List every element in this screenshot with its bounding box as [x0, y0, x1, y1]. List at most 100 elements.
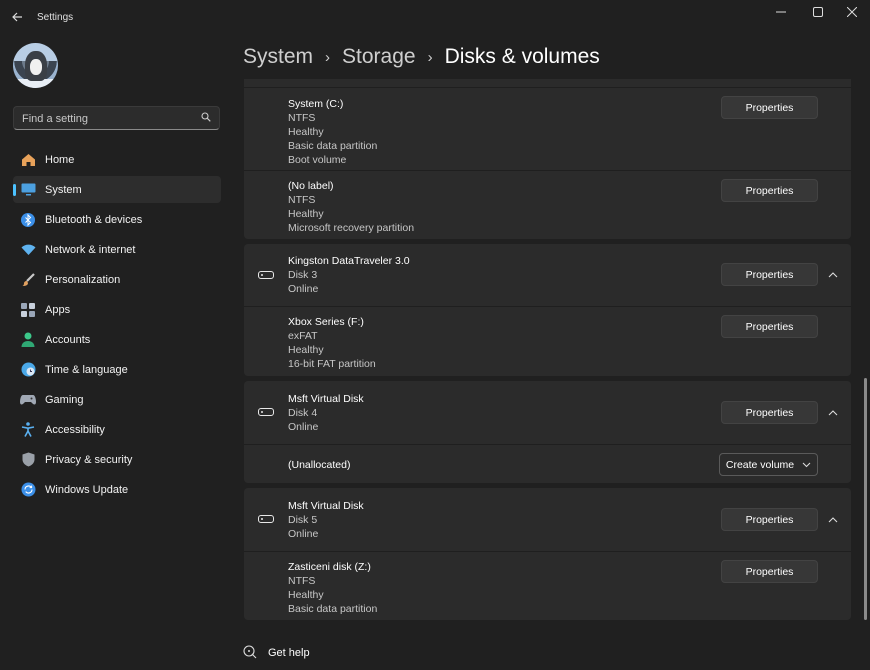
- sidebar-item-label: Time & language: [45, 363, 128, 376]
- volume-info: Zasticeni disk (Z:) NTFS Healthy Basic d…: [288, 560, 377, 616]
- volume-filesystem: NTFS: [288, 112, 316, 124]
- disk-card: Kingston DataTraveler 3.0 Disk 3 Online …: [244, 244, 851, 376]
- volume-filesystem: exFAT: [288, 330, 318, 342]
- sidebar-item-system[interactable]: System: [13, 176, 221, 203]
- disk-card: System (C:) NTFS Healthy Basic data part…: [244, 79, 851, 239]
- properties-button[interactable]: Properties: [721, 508, 818, 531]
- sidebar-item-home[interactable]: Home: [13, 146, 221, 173]
- chevron-up-icon[interactable]: [827, 269, 839, 281]
- sidebar-item-label: Home: [45, 153, 75, 166]
- search-input[interactable]: Find a setting: [22, 113, 88, 125]
- search-box[interactable]: Find a setting: [13, 106, 220, 130]
- chevron-up-icon[interactable]: [827, 514, 839, 526]
- volume-row-system-c: System (C:) NTFS Healthy Basic data part…: [244, 87, 851, 170]
- properties-button[interactable]: Properties: [721, 401, 818, 424]
- drive-icon: [258, 408, 274, 416]
- chevron-up-icon[interactable]: [827, 407, 839, 419]
- sidebar-item-label: System: [45, 183, 82, 196]
- create-volume-label: Create volume: [725, 458, 795, 471]
- volume-health: Healthy: [288, 208, 324, 220]
- accessibility-icon: [20, 422, 36, 438]
- disk-header-kingston[interactable]: Kingston DataTraveler 3.0 Disk 3 Online …: [244, 244, 851, 306]
- disk-info: Msft Virtual Disk Disk 4 Online: [288, 392, 364, 434]
- search-icon[interactable]: [201, 112, 211, 122]
- disks-list: System (C:) NTFS Healthy Basic data part…: [244, 79, 851, 620]
- home-icon: [20, 152, 36, 168]
- disk-status: Online: [288, 528, 319, 540]
- sidebar-item-label: Network & internet: [45, 243, 136, 256]
- volume-partition-type: 16-bit FAT partition: [288, 358, 376, 370]
- maximize-icon: [813, 7, 823, 17]
- volume-row-unallocated: (Unallocated) Create volume: [244, 444, 851, 483]
- avatar[interactable]: [13, 43, 58, 88]
- sidebar-item-label: Bluetooth & devices: [45, 213, 143, 226]
- wifi-icon: [20, 242, 36, 258]
- disk-header-disk4[interactable]: Msft Virtual Disk Disk 4 Online Properti…: [244, 381, 851, 444]
- volume-health: Healthy: [288, 589, 324, 601]
- volume-filesystem: NTFS: [288, 194, 316, 206]
- sidebar-item-time-language[interactable]: Time & language: [13, 356, 221, 383]
- sidebar-item-network[interactable]: Network & internet: [13, 236, 221, 263]
- volume-name: Zasticeni disk (Z:): [288, 561, 371, 573]
- help-chat-icon: [243, 645, 257, 659]
- sidebar-item-privacy[interactable]: Privacy & security: [13, 446, 221, 473]
- sidebar-item-accounts[interactable]: Accounts: [13, 326, 221, 353]
- volume-filesystem: NTFS: [288, 575, 316, 587]
- disk-card: Msft Virtual Disk Disk 4 Online Properti…: [244, 381, 851, 483]
- page-title: Disks & volumes: [444, 45, 600, 68]
- disk-info: Kingston DataTraveler 3.0 Disk 3 Online: [288, 254, 410, 296]
- volume-name: Xbox Series (F:): [288, 316, 364, 328]
- get-help-link[interactable]: Get help: [243, 645, 310, 660]
- volume-partition-type: Basic data partition: [288, 603, 378, 615]
- disk-name: Msft Virtual Disk: [288, 500, 364, 512]
- close-icon: [847, 7, 857, 17]
- globe-clock-icon: [20, 362, 36, 378]
- disk-status: Online: [288, 283, 319, 295]
- scrollbar[interactable]: [864, 378, 867, 620]
- drive-icon: [258, 515, 274, 523]
- person-icon: [20, 332, 36, 348]
- disk-name: Msft Virtual Disk: [288, 393, 364, 405]
- volume-health: Healthy: [288, 344, 324, 356]
- sidebar-item-personalization[interactable]: Personalization: [13, 266, 221, 293]
- volume-name: (No label): [288, 180, 334, 192]
- volume-info: Xbox Series (F:) exFAT Healthy 16-bit FA…: [288, 315, 376, 371]
- minimize-button[interactable]: [761, 2, 801, 22]
- disk-number: Disk 5: [288, 514, 318, 526]
- disk-name: Kingston DataTraveler 3.0: [288, 255, 410, 267]
- sidebar-item-bluetooth[interactable]: Bluetooth & devices: [13, 206, 221, 233]
- breadcrumb-storage[interactable]: Storage: [342, 45, 416, 69]
- create-volume-dropdown[interactable]: Create volume: [719, 453, 818, 476]
- back-button[interactable]: [6, 6, 28, 28]
- sidebar-nav: Home System Bluetooth & devices Network …: [13, 146, 221, 506]
- disk-number: Disk 3: [288, 269, 318, 281]
- sidebar-item-windows-update[interactable]: Windows Update: [13, 476, 221, 503]
- close-button[interactable]: [832, 2, 870, 22]
- sidebar-item-gaming[interactable]: Gaming: [13, 386, 221, 413]
- breadcrumb-system[interactable]: System: [243, 45, 313, 69]
- volume-partition-type: Microsoft recovery partition: [288, 222, 415, 234]
- volume-role: Boot volume: [288, 154, 347, 166]
- sidebar-item-label: Gaming: [45, 393, 84, 406]
- sidebar-item-apps[interactable]: Apps: [13, 296, 221, 323]
- properties-button[interactable]: Properties: [721, 96, 818, 119]
- properties-button[interactable]: Properties: [721, 560, 818, 583]
- sidebar-item-label: Privacy & security: [45, 453, 133, 466]
- volume-row-system-c: [244, 79, 851, 87]
- volume-info: (No label) NTFS Healthy Microsoft recove…: [288, 179, 414, 235]
- disk-number: Disk 4: [288, 407, 318, 419]
- disk-header-disk5[interactable]: Msft Virtual Disk Disk 5 Online Properti…: [244, 488, 851, 551]
- disk-card: Msft Virtual Disk Disk 5 Online Properti…: [244, 488, 851, 620]
- properties-button[interactable]: Properties: [721, 263, 818, 286]
- chevron-right-icon: ›: [325, 48, 331, 66]
- volume-row-z: Zasticeni disk (Z:) NTFS Healthy Basic d…: [244, 551, 851, 620]
- properties-button[interactable]: Properties: [721, 179, 818, 202]
- title-bar: Settings: [0, 0, 870, 34]
- sidebar-item-accessibility[interactable]: Accessibility: [13, 416, 221, 443]
- volume-name: System (C:): [288, 98, 344, 110]
- gamepad-icon: [20, 392, 36, 408]
- disk-info: Msft Virtual Disk Disk 5 Online: [288, 499, 364, 541]
- brush-icon: [20, 272, 36, 288]
- properties-button[interactable]: Properties: [721, 315, 818, 338]
- volume-info: System (C:) NTFS Healthy Basic data part…: [288, 97, 377, 167]
